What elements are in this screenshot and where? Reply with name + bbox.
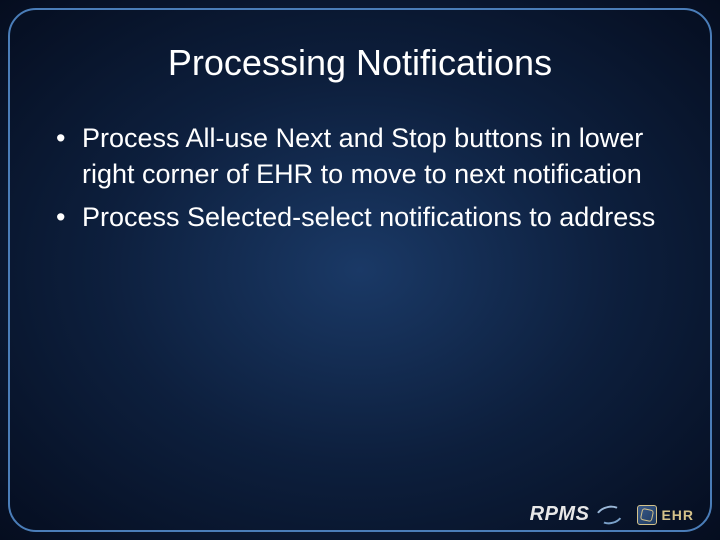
ehr-badge: EHR [637, 505, 694, 525]
footer-logos: RPMS EHR [530, 503, 694, 526]
ehr-label: EHR [661, 507, 694, 523]
rpms-label: RPMS [530, 503, 590, 526]
bullet-item: Process Selected-select notifications to… [50, 199, 678, 235]
slide-title: Processing Notifications [42, 42, 678, 84]
bullet-item: Process All-use Next and Stop buttons in… [50, 120, 678, 193]
ehr-icon [637, 505, 657, 525]
bullet-list: Process All-use Next and Stop buttons in… [42, 120, 678, 235]
rpms-swoosh-icon [595, 504, 623, 526]
rpms-logo: RPMS [530, 503, 624, 526]
slide-frame: Processing Notifications Process All-use… [8, 8, 712, 532]
